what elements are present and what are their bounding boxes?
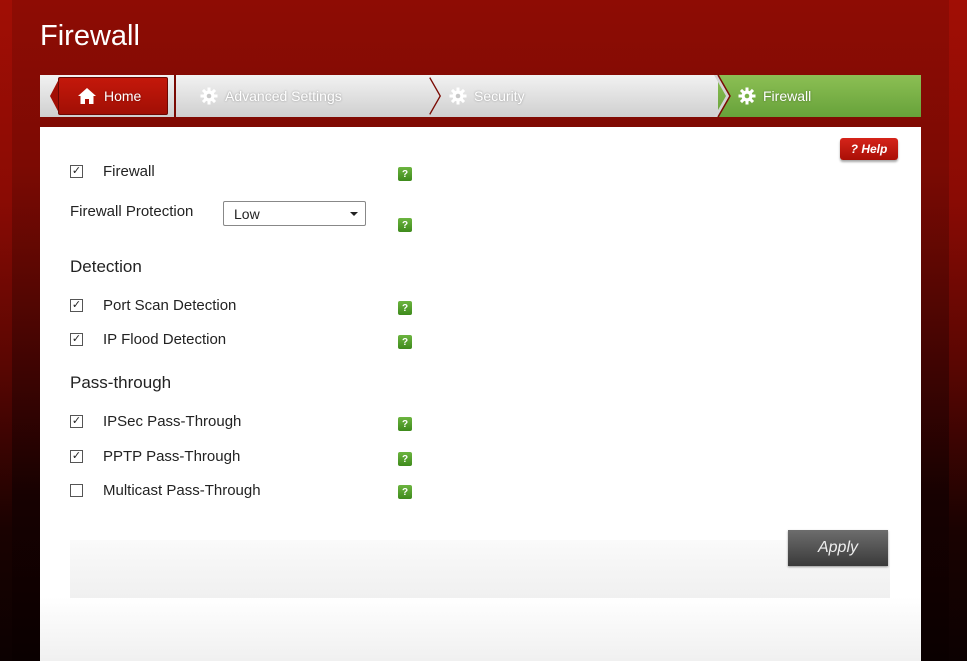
ip-flood-label: IP Flood Detection xyxy=(103,330,227,348)
detection-heading: Detection xyxy=(70,257,142,276)
multicast-row: Multicast Pass-Through xyxy=(70,479,261,501)
help-button[interactable]: ? Help xyxy=(840,138,898,160)
advanced-settings-label: Advanced Settings xyxy=(225,88,342,104)
help-icon[interactable]: ? xyxy=(398,167,412,181)
breadcrumb-current[interactable]: Firewall xyxy=(714,75,921,117)
breadcrumb-chevron xyxy=(429,77,442,115)
page-title: Firewall xyxy=(40,20,140,52)
ipsec-row: ✓ IPSec Pass-Through xyxy=(70,410,241,432)
ipsec-checkbox[interactable]: ✓ xyxy=(70,414,83,428)
ipsec-label: IPSec Pass-Through xyxy=(103,412,242,430)
breadcrumb-security[interactable]: Security xyxy=(449,75,525,117)
apply-button[interactable]: Apply xyxy=(788,530,888,566)
gear-icon xyxy=(200,87,218,105)
help-icon[interactable]: ? xyxy=(398,218,412,232)
settings-panel: ? Help ✓ Firewall ? Firewall Protection … xyxy=(40,127,921,661)
home-icon xyxy=(78,88,96,104)
firewall-checkbox[interactable]: ✓ xyxy=(70,164,83,178)
ip-flood-row: ✓ IP Flood Detection xyxy=(70,328,226,350)
firewall-crumb-label: Firewall xyxy=(763,88,812,104)
pass-through-heading: Pass-through xyxy=(70,373,172,392)
gear-icon xyxy=(738,87,756,105)
firewall-row: ✓ Firewall xyxy=(70,160,155,182)
breadcrumb: Home Advanced Settings Security Firewall xyxy=(40,75,921,117)
firewall-protection-label: Firewall Protection xyxy=(70,203,194,220)
multicast-label: Multicast Pass-Through xyxy=(103,481,261,499)
home-button[interactable]: Home xyxy=(58,77,168,115)
home-label: Home xyxy=(104,88,142,104)
help-icon[interactable]: ? xyxy=(398,485,412,499)
chevron-down-icon xyxy=(350,212,358,216)
pptp-label: PPTP Pass-Through xyxy=(103,447,241,465)
port-scan-checkbox[interactable]: ✓ xyxy=(70,298,83,312)
pptp-row: ✓ PPTP Pass-Through xyxy=(70,445,240,467)
breadcrumb-home[interactable]: Home xyxy=(50,75,214,117)
multicast-checkbox[interactable] xyxy=(70,483,83,497)
help-icon[interactable]: ? xyxy=(398,335,412,349)
breadcrumb-chevron xyxy=(714,75,731,117)
pptp-checkbox[interactable]: ✓ xyxy=(70,449,83,463)
security-label: Security xyxy=(474,88,525,104)
firewall-protection-value: Low xyxy=(234,205,260,222)
help-icon[interactable]: ? xyxy=(398,417,412,431)
apply-bar xyxy=(70,540,890,598)
help-icon[interactable]: ? xyxy=(398,301,412,315)
firewall-protection-select[interactable]: Low xyxy=(223,201,366,226)
breadcrumb-advanced-settings[interactable]: Advanced Settings xyxy=(200,75,342,117)
breadcrumb-firewall: Firewall xyxy=(738,75,811,117)
port-scan-row: ✓ Port Scan Detection xyxy=(70,294,236,316)
ip-flood-checkbox[interactable]: ✓ xyxy=(70,332,83,346)
gear-icon xyxy=(449,87,467,105)
help-icon[interactable]: ? xyxy=(398,452,412,466)
breadcrumb-separator xyxy=(174,75,176,117)
port-scan-label: Port Scan Detection xyxy=(103,296,237,314)
firewall-label: Firewall xyxy=(103,162,155,180)
